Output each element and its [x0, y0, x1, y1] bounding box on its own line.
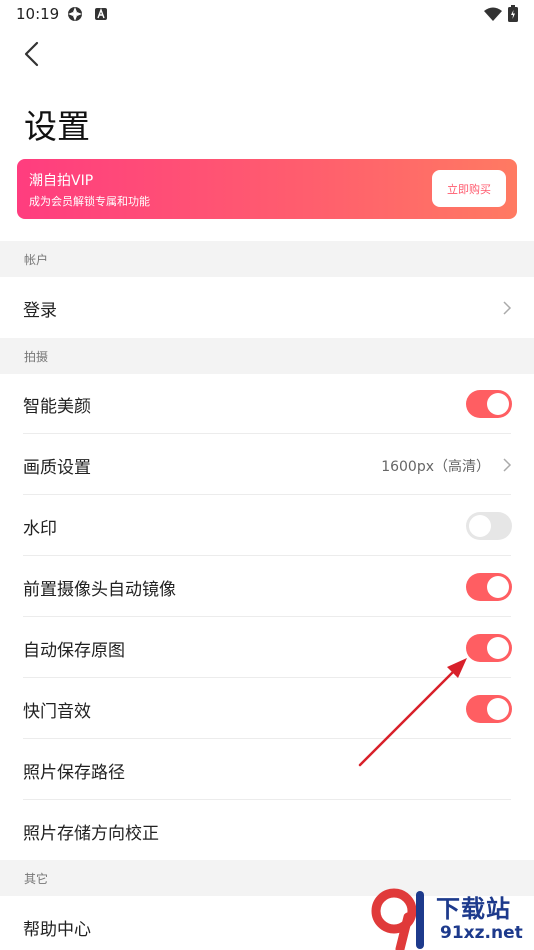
app-notification-icon — [68, 7, 82, 21]
site-watermark: 下载站 91xz.net — [370, 887, 534, 950]
row-label: 自动保存原图 — [23, 641, 125, 661]
settings-row-quality[interactable]: 画质设置 1600px（高清） — [0, 434, 534, 495]
section-header-label: 帐户 — [24, 253, 49, 267]
settings-row-orientation[interactable]: 照片存储方向校正 — [0, 800, 534, 861]
back-button[interactable] — [18, 38, 48, 70]
quality-value: 1600px（高清） — [381, 459, 490, 475]
battery-icon — [508, 5, 518, 22]
front-mirror-toggle[interactable] — [466, 573, 512, 601]
toggle-knob — [469, 515, 491, 537]
row-label: 登录 — [23, 301, 57, 321]
wifi-icon — [484, 7, 502, 21]
section-header-label: 其它 — [24, 872, 49, 886]
toggle-knob — [487, 637, 509, 659]
buy-now-button[interactable]: 立即购买 — [432, 170, 506, 207]
section-header-shooting: 拍摄 — [0, 338, 534, 374]
toggle-knob — [487, 698, 509, 720]
row-label: 照片存储方向校正 — [23, 824, 159, 844]
row-label: 快门音效 — [23, 702, 91, 722]
toggle-knob — [487, 393, 509, 415]
vip-subtitle: 成为会员解锁专属和功能 — [29, 195, 150, 208]
watermark-text: 下载站 — [436, 895, 511, 923]
settings-row-front-mirror[interactable]: 前置摄像头自动镜像 — [0, 556, 534, 617]
chevron-right-icon — [503, 301, 512, 315]
settings-row-login[interactable]: 登录 — [0, 277, 534, 338]
row-label: 水印 — [23, 519, 57, 539]
annotation-arrow-icon — [358, 658, 467, 767]
toggle-knob — [487, 576, 509, 598]
row-label: 画质设置 — [23, 458, 91, 478]
page-title: 设置 — [24, 107, 90, 146]
vip-banner[interactable]: 潮自拍VIP 成为会员解锁专属和功能 立即购买 — [17, 159, 517, 219]
back-arrow-icon — [24, 41, 39, 67]
vip-title: 潮自拍VIP — [29, 173, 94, 189]
row-label: 照片保存路径 — [23, 763, 125, 783]
chevron-right-icon — [503, 458, 512, 472]
row-label: 帮助中心 — [23, 920, 91, 940]
settings-row-smart-beauty[interactable]: 智能美颜 — [0, 373, 534, 434]
watermark-logo-icon — [371, 888, 424, 950]
row-label: 前置摄像头自动镜像 — [23, 580, 176, 600]
watermark-url: 91xz.net — [440, 923, 523, 943]
section-header-label: 拍摄 — [24, 350, 49, 364]
status-bar: 10:19 — [0, 0, 534, 28]
section-header-account: 帐户 — [0, 241, 534, 277]
settings-row-watermark[interactable]: 水印 — [0, 495, 534, 556]
a-badge-icon — [95, 8, 107, 20]
row-label: 智能美颜 — [23, 397, 91, 417]
watermark-toggle[interactable] — [466, 512, 512, 540]
smart-beauty-toggle[interactable] — [466, 390, 512, 418]
status-time: 10:19 — [16, 5, 60, 23]
